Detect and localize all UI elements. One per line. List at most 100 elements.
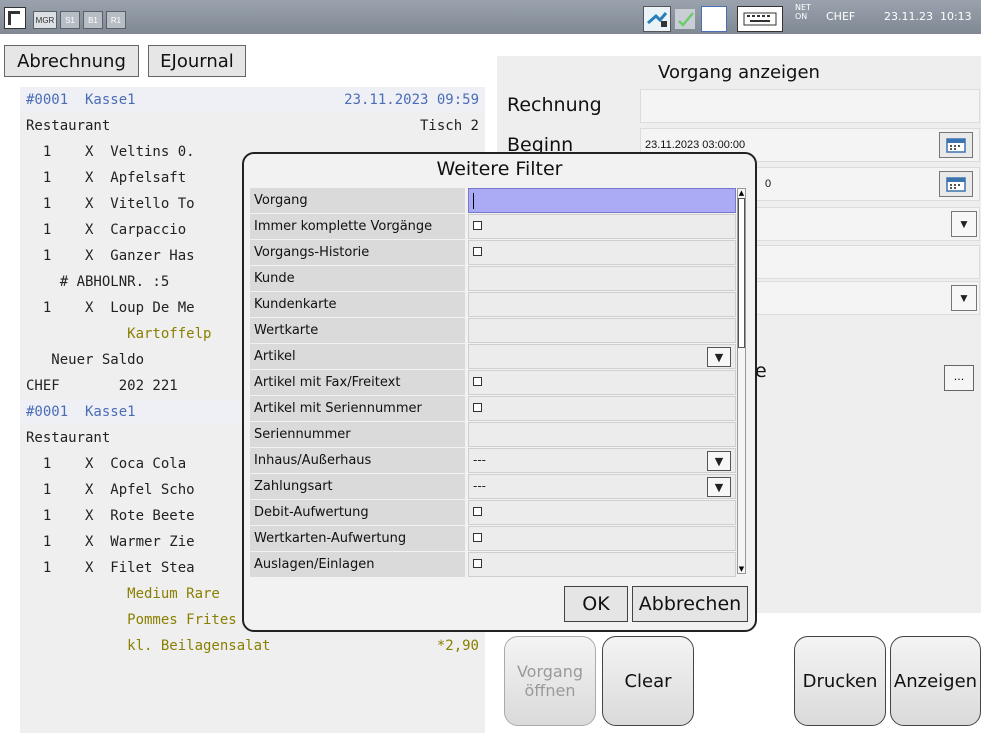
chevron-down-icon[interactable]: ▼ — [707, 347, 731, 367]
filter-row: Debit-Aufwertung — [250, 500, 736, 526]
mode-button-b1[interactable]: B1 — [83, 11, 103, 29]
filter-checkbox[interactable] — [468, 552, 736, 577]
filter-value: --- — [473, 479, 486, 493]
checkbox-icon[interactable] — [473, 507, 482, 516]
network-icon[interactable] — [643, 6, 671, 32]
filter-label: Kundenkarte — [250, 292, 465, 317]
app-logo-icon[interactable] — [4, 7, 26, 29]
journal-row-text: 1 X Loup De Me — [26, 300, 195, 316]
filter-checkbox[interactable] — [468, 240, 736, 265]
top-status-bar: MGR S1 B1 R1 NET ON CHEF 23.11.23 10:13 — [0, 0, 981, 34]
journal-row-text: Restaurant — [26, 430, 111, 446]
keyboard-icon[interactable] — [737, 6, 783, 32]
scroll-down-icon[interactable]: ▼ — [738, 565, 745, 573]
checkbox-icon[interactable] — [473, 377, 482, 386]
journal-row-text: Neuer Saldo — [26, 352, 145, 368]
journal-row[interactable]: #0001 Kasse1 23.11.2023 09:59 — [20, 87, 485, 113]
checkbox-icon[interactable] — [473, 559, 482, 568]
abrechnung-button[interactable]: Abrechnung — [4, 45, 139, 77]
filter-label: Artikel mit Fax/Freitext — [250, 370, 465, 395]
filter-checkbox[interactable] — [468, 370, 736, 395]
filter-input[interactable] — [468, 292, 736, 317]
text-cursor — [473, 192, 474, 209]
filter-checkbox[interactable] — [468, 214, 736, 239]
filter-row: Vorgang — [250, 188, 736, 214]
filter-checkbox[interactable] — [468, 500, 736, 525]
journal-row-text: 1 X Warmer Zie — [26, 534, 195, 550]
filter-row: Immer komplette Vorgänge — [250, 214, 736, 240]
chevron-down-icon[interactable]: ▼ — [707, 477, 731, 497]
filter-dropdown[interactable]: --- ▼ — [468, 474, 736, 499]
filter-row: Wertkarten-Aufwertung — [250, 526, 736, 552]
mode-button-r1[interactable]: R1 — [106, 11, 126, 29]
checkbox-icon[interactable] — [473, 403, 482, 412]
more-filters-button[interactable]: ... — [944, 365, 974, 391]
journal-row-text: # ABHOLNR. :5 — [26, 274, 170, 290]
journal-row-text: 1 X Vitello To — [26, 196, 195, 212]
filter-label: Vorgangs-Historie — [250, 240, 465, 265]
chevron-down-icon[interactable]: ▼ — [707, 451, 731, 471]
journal-row-text: 1 X Apfelsaft — [26, 170, 187, 186]
filter-label: Artikel mit Seriennummer — [250, 396, 465, 421]
chevron-down-icon[interactable]: ▼ — [951, 285, 977, 311]
message-icon[interactable] — [701, 6, 727, 32]
filter-dropdown[interactable]: --- ▼ — [468, 448, 736, 473]
filter-label: Seriennummer — [250, 422, 465, 447]
journal-row-text: 1 X Filet Stea — [26, 560, 195, 576]
filter-row: Wertkarte — [250, 318, 736, 344]
ejournal-button[interactable]: EJournal — [148, 45, 246, 77]
scroll-up-icon[interactable]: ▲ — [738, 189, 745, 197]
filter-label: Inhaus/Außerhaus — [250, 448, 465, 473]
filter-row: Artikel mit Fax/Freitext — [250, 370, 736, 396]
clear-button[interactable]: Clear — [602, 636, 694, 726]
journal-row-text: 1 X Coca Cola — [26, 456, 187, 472]
filter-input[interactable] — [468, 266, 736, 291]
filter-input[interactable] — [468, 188, 736, 213]
calendar-icon[interactable] — [939, 171, 973, 197]
journal-row-text: 1 X Veltins 0. — [26, 144, 195, 160]
filter-input[interactable] — [468, 422, 736, 447]
clock: 23.11.23 10:13 — [884, 10, 972, 23]
mode-button-s1[interactable]: S1 — [60, 11, 80, 29]
abbrechen-button[interactable]: Abbrechen — [632, 586, 748, 622]
journal-row-text: 1 X Apfel Scho — [26, 482, 195, 498]
vorgang-oeffnen-button[interactable]: Vorgang öffnen — [504, 636, 596, 726]
journal-row-value: 23.11.2023 09:59 — [344, 92, 479, 108]
scrollbar[interactable]: ▲ ▼ — [737, 188, 746, 574]
journal-row-text: 1 X Carpaccio — [26, 222, 187, 238]
chevron-down-icon[interactable]: ▼ — [951, 211, 977, 237]
filter-row: Artikel mit Seriennummer — [250, 396, 736, 422]
filter-checkbox[interactable] — [468, 526, 736, 551]
filter-row: Auslagen/Einlagen — [250, 552, 736, 578]
checkbox-icon[interactable] — [473, 247, 482, 256]
journal-row-value: *2,90 — [436, 638, 479, 654]
calendar-icon[interactable] — [939, 132, 973, 158]
journal-row-text: Restaurant — [26, 118, 111, 134]
mode-button-mgr[interactable]: MGR — [33, 11, 57, 29]
filter-input[interactable] — [468, 318, 736, 343]
journal-row-text: 1 X Ganzer Has — [26, 248, 195, 264]
journal-row[interactable]: Restaurant Tisch 2 — [20, 113, 485, 139]
ok-button[interactable]: OK — [564, 586, 628, 622]
filter-dropdown[interactable]: ▼ — [468, 344, 736, 369]
rechnung-field[interactable] — [640, 89, 980, 123]
filter-row: Inhaus/Außerhaus --- ▼ — [250, 448, 736, 474]
checkbox-icon[interactable] — [473, 533, 482, 542]
journal-row-text: kl. Beilagensalat — [26, 638, 271, 654]
journal-row-text: Medium Rare — [26, 586, 220, 602]
drucken-button[interactable]: Drucken — [794, 636, 886, 726]
filter-label: Immer komplette Vorgänge — [250, 214, 465, 239]
checkbox-icon[interactable] — [473, 221, 482, 230]
filter-label: Debit-Aufwertung — [250, 500, 465, 525]
filter-row: Zahlungsart --- ▼ — [250, 474, 736, 500]
anzeigen-button[interactable]: Anzeigen — [890, 636, 981, 726]
filter-label: Auslagen/Einlagen — [250, 552, 465, 577]
filter-checkbox[interactable] — [468, 396, 736, 421]
journal-row-text: Kartoffelp — [26, 326, 212, 342]
journal-row-text: 1 X Rote Beete — [26, 508, 195, 524]
scroll-thumb[interactable] — [738, 198, 745, 348]
journal-row[interactable]: kl. Beilagensalat *2,90 — [20, 633, 485, 659]
dialog-title: Weitere Filter — [436, 158, 563, 180]
filter-row: Seriennummer — [250, 422, 736, 448]
filter-label: Kunde — [250, 266, 465, 291]
